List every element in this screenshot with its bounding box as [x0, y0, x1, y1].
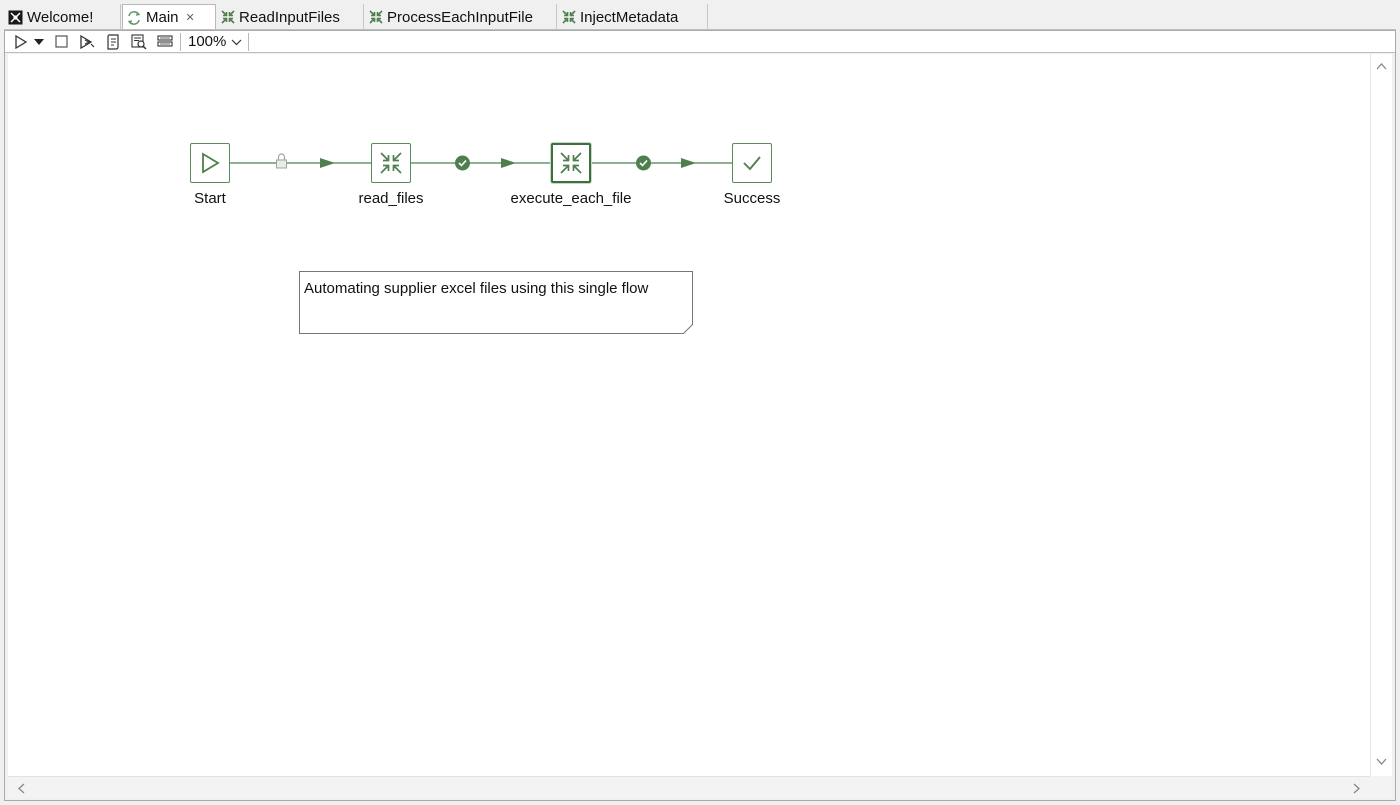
scroll-left-icon[interactable] [17, 783, 25, 794]
chevron-down-icon[interactable] [231, 33, 242, 50]
node-success[interactable] [732, 143, 772, 183]
toolbar: 100% [4, 31, 1396, 53]
node-label-success: Success [723, 190, 781, 207]
tab-processeachinputfile[interactable]: ProcessEachInputFile [365, 4, 557, 30]
lock-icon [276, 153, 287, 169]
collapse-arrows-icon [559, 151, 583, 175]
scroll-right-icon[interactable] [1353, 783, 1361, 794]
impact-icon[interactable] [128, 32, 150, 52]
transformation-icon [562, 10, 576, 24]
transformation-icon [221, 10, 235, 24]
hop-start-read-files[interactable] [230, 158, 371, 168]
layout-icon[interactable] [154, 32, 176, 52]
tab-readinputfiles[interactable]: ReadInputFiles [217, 4, 364, 30]
check-circle-icon [636, 155, 651, 171]
run-options-icon[interactable] [32, 32, 46, 52]
note[interactable]: Automating supplier excel files using th… [299, 271, 693, 334]
stop-icon[interactable] [50, 32, 72, 52]
node-read-files[interactable] [371, 143, 411, 183]
tab-label: ProcessEachInputFile [387, 8, 533, 26]
tab-main[interactable]: Main ✕ [122, 4, 216, 30]
tab-injectmetadata[interactable]: InjectMetadata [558, 4, 708, 30]
tab-welcome[interactable]: Welcome! [4, 4, 121, 30]
toolbar-separator [248, 32, 250, 51]
node-execute-each-file[interactable] [551, 143, 591, 183]
hop-execute-success[interactable] [591, 158, 732, 168]
horizontal-scrollbar[interactable] [8, 776, 1370, 798]
zoom-value: 100% [188, 33, 227, 50]
job-icon [126, 10, 142, 26]
node-start[interactable] [190, 143, 230, 183]
note-fold-icon [683, 324, 693, 334]
checkmark-icon [741, 152, 763, 174]
node-label-read-files: read_files [358, 190, 424, 207]
run-icon[interactable] [10, 32, 32, 52]
tab-label: ReadInputFiles [239, 8, 340, 26]
tab-label: InjectMetadata [580, 8, 679, 26]
app-window: Welcome! Main ✕ ReadInputFiles ProcessEa… [0, 0, 1400, 805]
zoom-select[interactable]: 100% [185, 33, 242, 50]
hop-read-files-execute[interactable] [410, 158, 551, 168]
job-canvas[interactable]: Start read_files execute_each_file Succe… [8, 54, 1370, 776]
tab-label: Welcome! [27, 8, 94, 26]
note-text: Automating supplier excel files using th… [304, 280, 649, 297]
tab-bar-divider [4, 29, 1396, 30]
close-icon[interactable]: ✕ [186, 11, 195, 24]
replay-icon[interactable] [76, 32, 98, 52]
scrollbar-corner [1370, 776, 1392, 798]
node-label-execute-each-file: execute_each_file [510, 190, 632, 207]
node-label-start: Start [194, 190, 226, 207]
check-circle-icon [455, 155, 470, 171]
scroll-up-icon[interactable] [1376, 62, 1387, 70]
tab-bar: Welcome! Main ✕ ReadInputFiles ProcessEa… [4, 4, 1396, 30]
welcome-icon [8, 10, 23, 25]
collapse-arrows-icon [379, 151, 403, 175]
transformation-icon [369, 10, 383, 24]
vertical-scrollbar[interactable] [1370, 54, 1392, 776]
scroll-down-icon[interactable] [1376, 758, 1387, 766]
tab-label: Main [146, 9, 179, 26]
play-icon [199, 152, 221, 174]
sql-icon[interactable] [102, 32, 124, 52]
toolbar-separator [180, 32, 181, 51]
